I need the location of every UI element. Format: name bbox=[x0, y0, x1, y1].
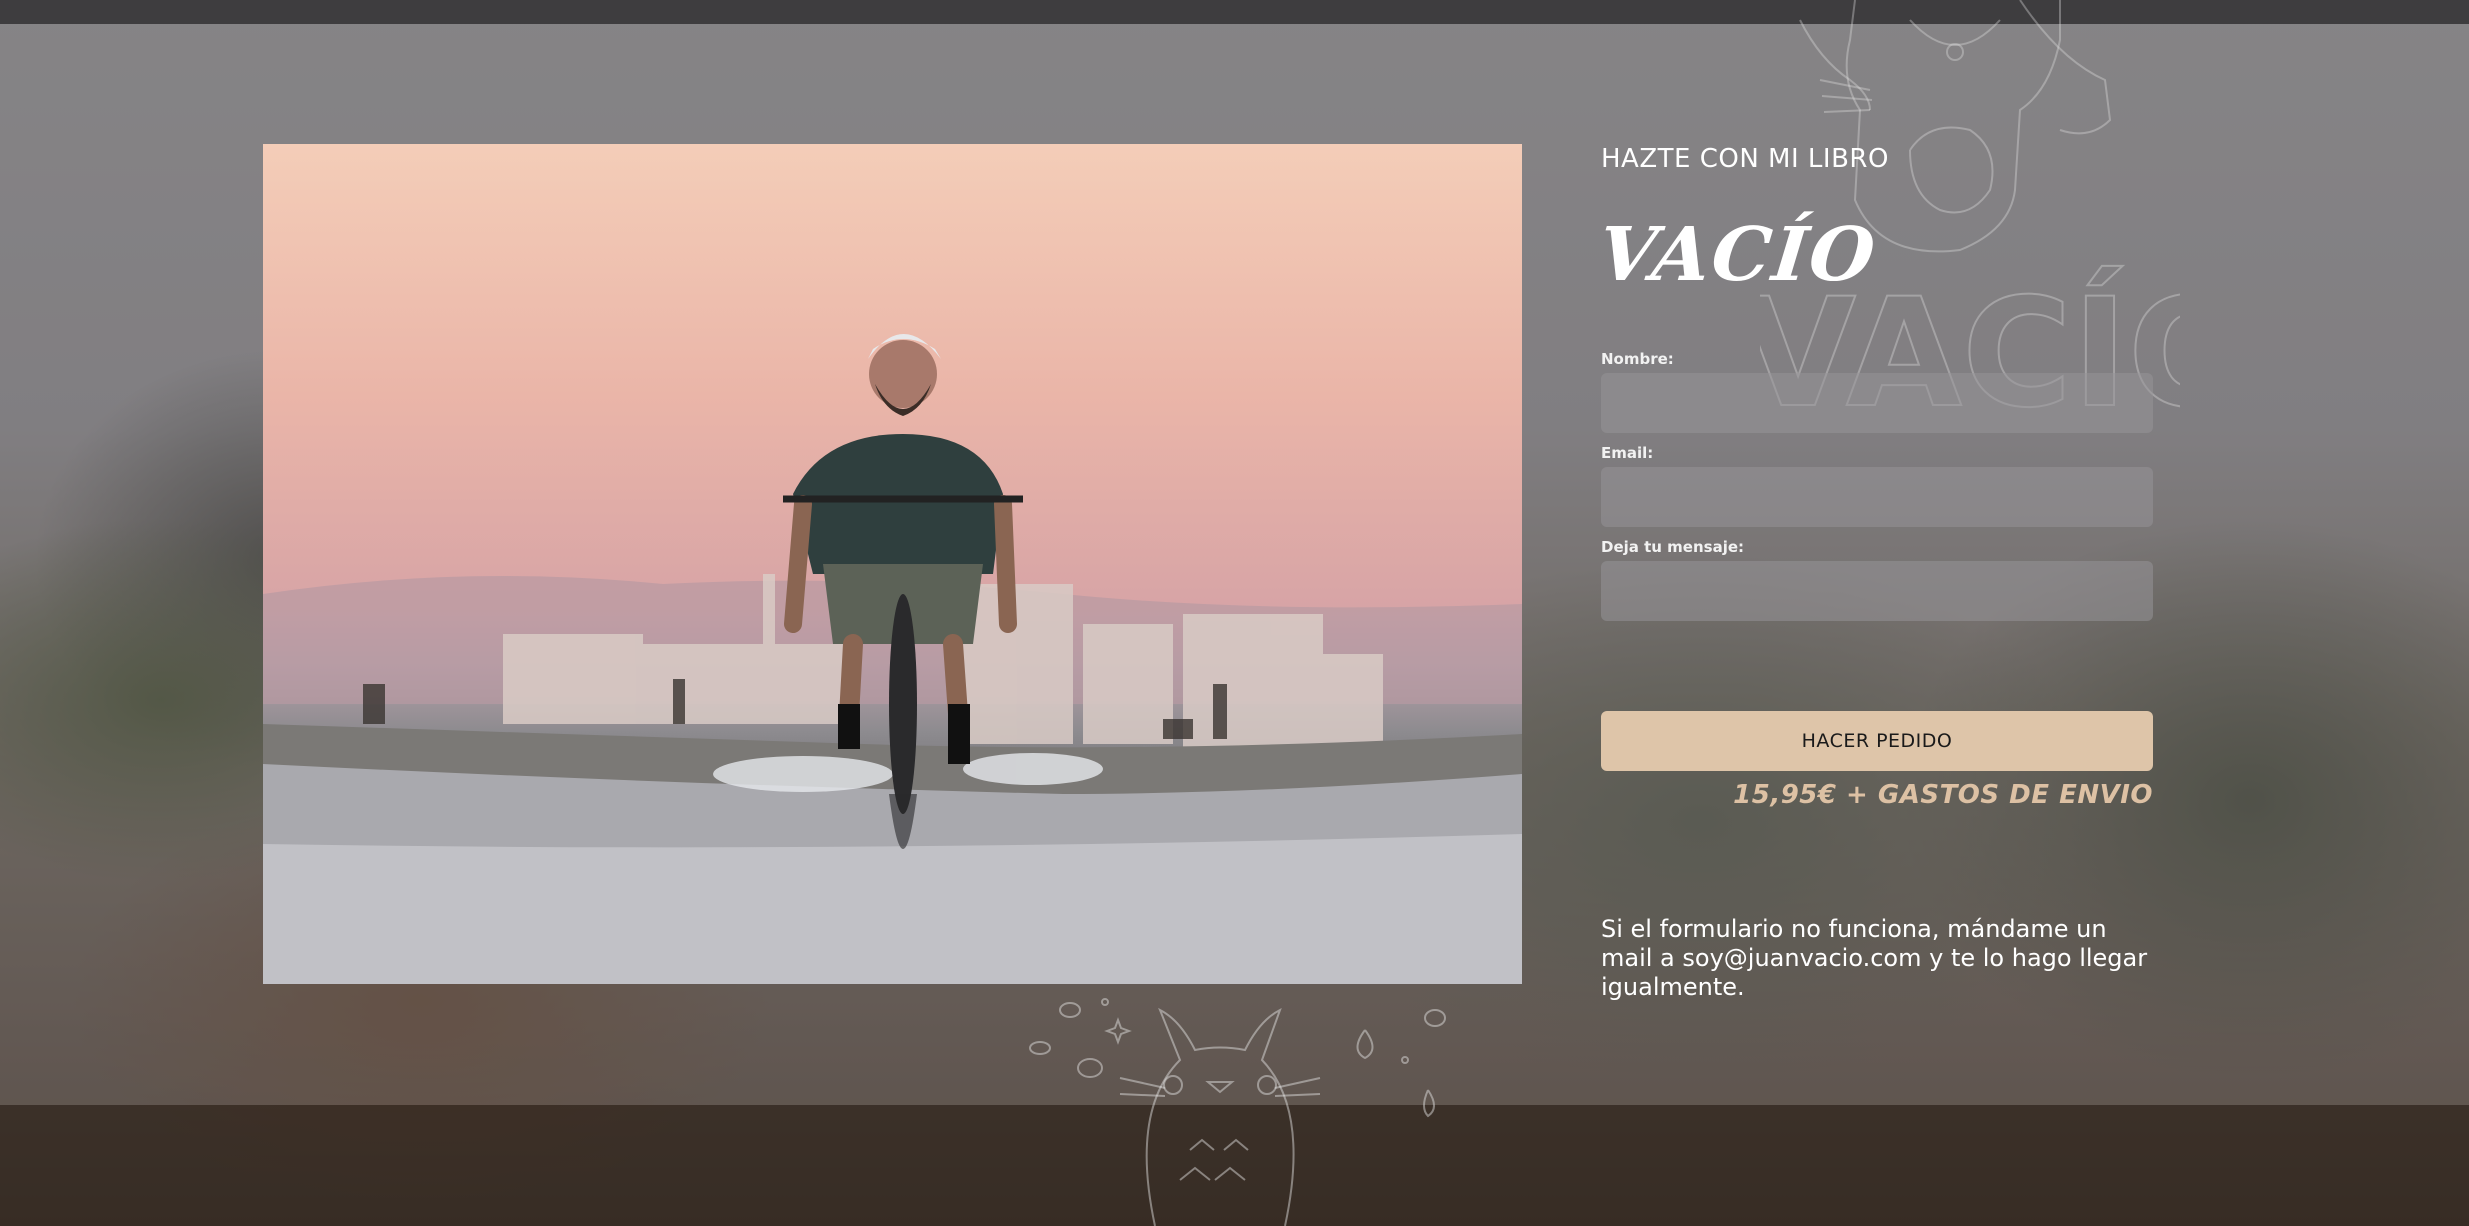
name-label: Nombre: bbox=[1601, 350, 1674, 368]
hero-photo-cyclist bbox=[263, 144, 1522, 984]
message-label: Deja tu mensaje: bbox=[1601, 538, 1745, 556]
totoro-lineart-decoration bbox=[1029, 998, 1446, 1226]
email-label: Email: bbox=[1601, 444, 1654, 462]
name-input[interactable] bbox=[1601, 373, 2153, 433]
email-input[interactable] bbox=[1601, 467, 2153, 527]
lineart-illustration: VACÍO bbox=[1760, 0, 2180, 420]
message-input[interactable] bbox=[1601, 561, 2153, 621]
price-text: 15,95€ + GASTOS DE ENVIO bbox=[1733, 780, 2153, 810]
panel-eyebrow: HAZTE CON MI LIBRO bbox=[1601, 144, 1889, 174]
book-logo: VACÍO bbox=[1594, 212, 1881, 298]
fallback-note: Si el formulario no funciona, mándame un… bbox=[1601, 915, 2148, 1001]
order-button[interactable]: HACER PEDIDO bbox=[1601, 711, 2153, 771]
